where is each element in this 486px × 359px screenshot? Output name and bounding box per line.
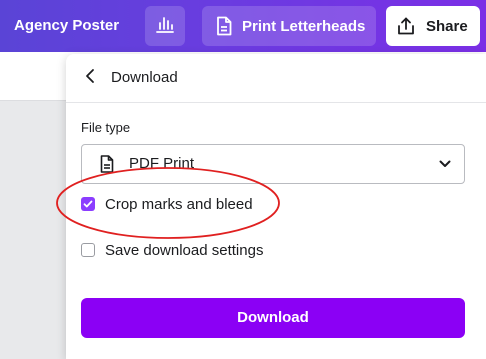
chevron-left-icon xyxy=(83,68,97,89)
back-button[interactable] xyxy=(78,66,102,90)
crop-marks-option[interactable]: Crop marks and bleed xyxy=(81,192,253,216)
checkmark-icon xyxy=(83,200,93,208)
download-panel: Download File type PDF Print Crop marks … xyxy=(66,54,486,359)
crop-marks-label[interactable]: Crop marks and bleed xyxy=(105,196,253,213)
file-type-value: PDF Print xyxy=(129,155,195,172)
save-settings-checkbox[interactable] xyxy=(81,243,95,257)
chevron-down-icon xyxy=(438,157,452,171)
share-label: Share xyxy=(426,17,468,35)
panel-header: Download xyxy=(66,54,486,103)
file-type-select[interactable]: PDF Print xyxy=(81,144,465,184)
document-icon xyxy=(216,16,232,36)
print-letterheads-button[interactable]: Print Letterheads xyxy=(202,6,376,46)
save-settings-option[interactable]: Save download settings xyxy=(81,238,263,262)
crop-marks-checkbox[interactable] xyxy=(81,197,95,211)
top-toolbar: Agency Poster Print Letterheads Share xyxy=(0,0,486,52)
file-type-label: File type xyxy=(81,120,131,135)
share-button[interactable]: Share xyxy=(386,6,480,46)
insights-button[interactable] xyxy=(145,6,185,46)
print-letterheads-label: Print Letterheads xyxy=(242,17,366,35)
panel-title: Download xyxy=(111,69,178,86)
document-icon xyxy=(100,155,114,173)
download-button[interactable]: Download xyxy=(81,298,465,338)
save-settings-label[interactable]: Save download settings xyxy=(105,242,263,259)
document-title[interactable]: Agency Poster xyxy=(14,0,119,52)
bar-chart-icon xyxy=(154,13,176,40)
share-upload-icon xyxy=(396,16,416,36)
